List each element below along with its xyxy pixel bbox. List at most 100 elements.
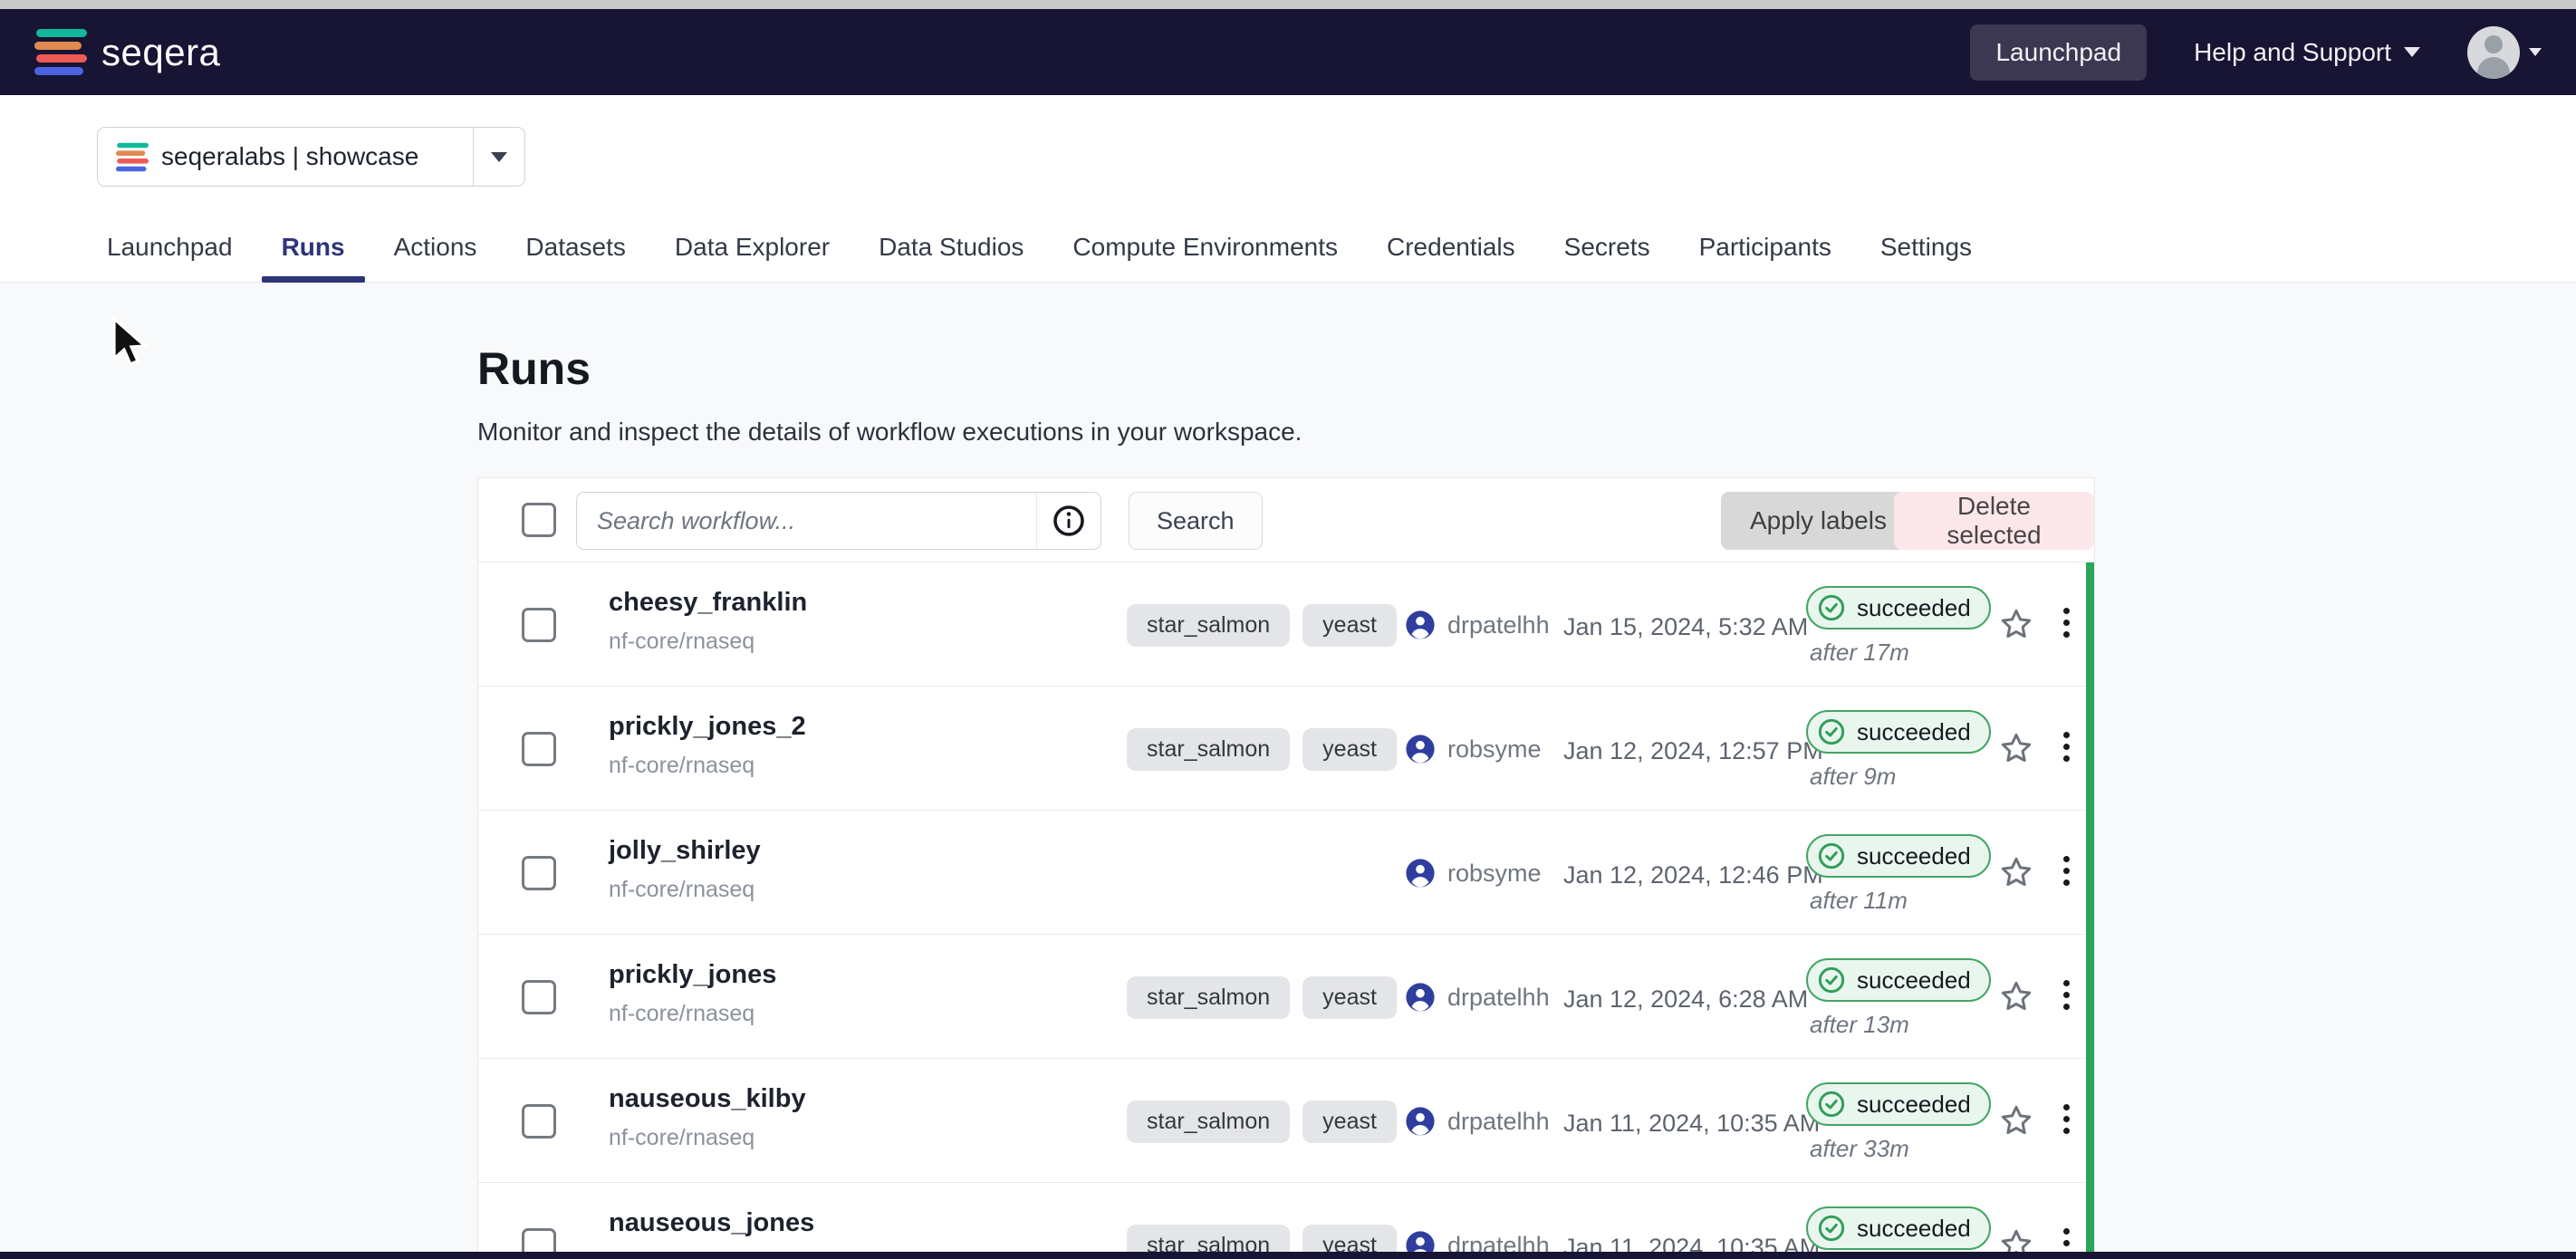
status-text: succeeded xyxy=(1857,842,1971,870)
tab-actions[interactable]: Actions xyxy=(374,233,497,282)
run-name-link[interactable]: nauseous_kilby xyxy=(609,1084,806,1114)
star-icon[interactable] xyxy=(1998,606,2034,647)
status-badge: succeeded xyxy=(1806,1082,1991,1126)
user-menu[interactable] xyxy=(2467,26,2542,79)
run-user-name: drpatelhh xyxy=(1447,1108,1550,1136)
run-user-name: robsyme xyxy=(1447,735,1542,764)
star-icon[interactable] xyxy=(1998,854,2034,895)
run-user-name: drpatelhh xyxy=(1447,611,1550,639)
run-pipeline: nf-core/rnaseq xyxy=(609,1125,806,1151)
label-pill[interactable]: star_salmon xyxy=(1127,976,1290,1019)
help-and-support-menu[interactable]: Help and Support xyxy=(2194,38,2420,67)
tab-data-explorer[interactable]: Data Explorer xyxy=(655,233,850,282)
status-accent-bar xyxy=(2086,562,2094,1258)
chevron-down-icon xyxy=(491,152,507,162)
check-circle-icon xyxy=(1817,717,1846,746)
run-duration: after 11m xyxy=(1806,887,2005,915)
search-input[interactable] xyxy=(577,493,1037,549)
label-pill[interactable]: yeast xyxy=(1302,1100,1397,1143)
run-name-link[interactable]: cheesy_franklin xyxy=(609,588,807,618)
kebab-menu-icon[interactable] xyxy=(2058,602,2075,643)
run-pipeline: nf-core/rnaseq xyxy=(609,877,761,903)
tab-runs[interactable]: Runs xyxy=(262,233,365,282)
check-circle-icon xyxy=(1817,1090,1846,1119)
run-user-cell: drpatelhh xyxy=(1405,1106,1550,1137)
label-pill[interactable]: yeast xyxy=(1302,728,1397,771)
status-text: succeeded xyxy=(1857,718,1971,746)
tab-launchpad[interactable]: Launchpad xyxy=(87,233,253,282)
status-badge: succeeded xyxy=(1806,1206,1991,1250)
tab-credentials[interactable]: Credentials xyxy=(1367,233,1535,282)
tab-compute-environments[interactable]: Compute Environments xyxy=(1053,233,1358,282)
status-badge: succeeded xyxy=(1806,958,1991,1002)
tab-participants[interactable]: Participants xyxy=(1679,233,1851,282)
main-content: Runs Monitor and inspect the details of … xyxy=(0,284,2576,1259)
apply-labels-button[interactable]: Apply labels xyxy=(1721,492,1916,550)
table-row: nauseous_kilby nf-core/rnaseq star_salmo… xyxy=(478,1059,2094,1183)
table-row: prickly_jones nf-core/rnaseq star_salmon… xyxy=(478,935,2094,1059)
status-badge: succeeded xyxy=(1806,586,1991,630)
run-labels: star_salmon yeast xyxy=(1127,976,1397,1019)
brand-logo[interactable]: seqera xyxy=(34,29,220,75)
tab-datasets[interactable]: Datasets xyxy=(505,233,646,282)
run-user-cell: drpatelhh xyxy=(1405,982,1550,1013)
row-checkbox[interactable] xyxy=(522,608,556,642)
chevron-down-icon xyxy=(2404,47,2420,57)
window-chrome-strip xyxy=(0,1252,2576,1259)
run-duration: after 13m xyxy=(1806,1011,2005,1039)
workspace-selector[interactable]: seqeralabs | showcase xyxy=(97,127,525,187)
run-main-cell: jolly_shirley nf-core/rnaseq xyxy=(609,836,761,903)
label-pill[interactable]: star_salmon xyxy=(1127,604,1290,647)
person-circle-icon xyxy=(1405,734,1436,764)
person-circle-icon xyxy=(1405,982,1436,1013)
brand-wordmark: seqera xyxy=(101,31,220,74)
launchpad-button[interactable]: Launchpad xyxy=(1970,24,2147,81)
row-checkbox[interactable] xyxy=(522,980,556,1014)
run-name-link[interactable]: prickly_jones xyxy=(609,960,776,990)
window-chrome-strip xyxy=(0,0,2576,9)
label-pill[interactable]: star_salmon xyxy=(1127,1100,1290,1143)
check-circle-icon xyxy=(1817,841,1846,870)
row-checkbox[interactable] xyxy=(522,1104,556,1139)
workspace-dropdown-button[interactable] xyxy=(474,128,524,186)
run-duration: after 17m xyxy=(1806,639,2005,667)
info-icon[interactable] xyxy=(1037,493,1101,549)
run-main-cell: prickly_jones_2 nf-core/rnaseq xyxy=(609,712,806,779)
run-name-link[interactable]: nauseous_jones xyxy=(609,1208,814,1238)
tab-data-studios[interactable]: Data Studios xyxy=(859,233,1043,282)
star-icon[interactable] xyxy=(1998,1102,2034,1143)
run-user-cell: robsyme xyxy=(1405,734,1542,764)
run-status-cell: succeeded after 13m xyxy=(1806,958,2005,1039)
row-checkbox[interactable] xyxy=(522,856,556,890)
delete-selected-button[interactable]: Delete selected xyxy=(1894,492,2094,550)
row-checkbox[interactable] xyxy=(522,732,556,766)
run-date: Jan 12, 2024, 12:57 PM xyxy=(1563,737,1823,765)
person-circle-icon xyxy=(1405,610,1436,640)
page-subtitle: Monitor and inspect the details of workf… xyxy=(477,418,1302,447)
kebab-menu-icon[interactable] xyxy=(2058,1099,2075,1139)
kebab-menu-icon[interactable] xyxy=(2058,975,2075,1015)
label-pill[interactable]: yeast xyxy=(1302,604,1397,647)
kebab-menu-icon[interactable] xyxy=(2058,851,2075,891)
run-duration: after 33m xyxy=(1806,1135,2005,1163)
avatar-icon xyxy=(2467,26,2520,79)
star-icon[interactable] xyxy=(1998,978,2034,1019)
person-circle-icon xyxy=(1405,858,1436,889)
run-main-cell: cheesy_franklin nf-core/rnaseq xyxy=(609,588,807,655)
search-button[interactable]: Search xyxy=(1129,492,1263,550)
person-circle-icon xyxy=(1405,1106,1436,1137)
run-name-link[interactable]: prickly_jones_2 xyxy=(609,712,806,742)
run-status-cell: succeeded after 33m xyxy=(1806,1082,2005,1163)
select-all-checkbox[interactable] xyxy=(522,503,556,537)
table-row: cheesy_franklin nf-core/rnaseq star_salm… xyxy=(478,562,2094,687)
label-pill[interactable]: star_salmon xyxy=(1127,728,1290,771)
run-status-cell: succeeded after 11m xyxy=(1806,834,2005,915)
label-pill[interactable]: yeast xyxy=(1302,976,1397,1019)
kebab-menu-icon[interactable] xyxy=(2058,726,2075,767)
tab-settings[interactable]: Settings xyxy=(1860,233,1992,282)
workspace-logo-icon xyxy=(116,142,149,171)
tab-secrets[interactable]: Secrets xyxy=(1544,233,1670,282)
star-icon[interactable] xyxy=(1998,730,2034,771)
run-name-link[interactable]: jolly_shirley xyxy=(609,836,761,866)
run-date: Jan 11, 2024, 10:35 AM xyxy=(1563,1110,1820,1138)
